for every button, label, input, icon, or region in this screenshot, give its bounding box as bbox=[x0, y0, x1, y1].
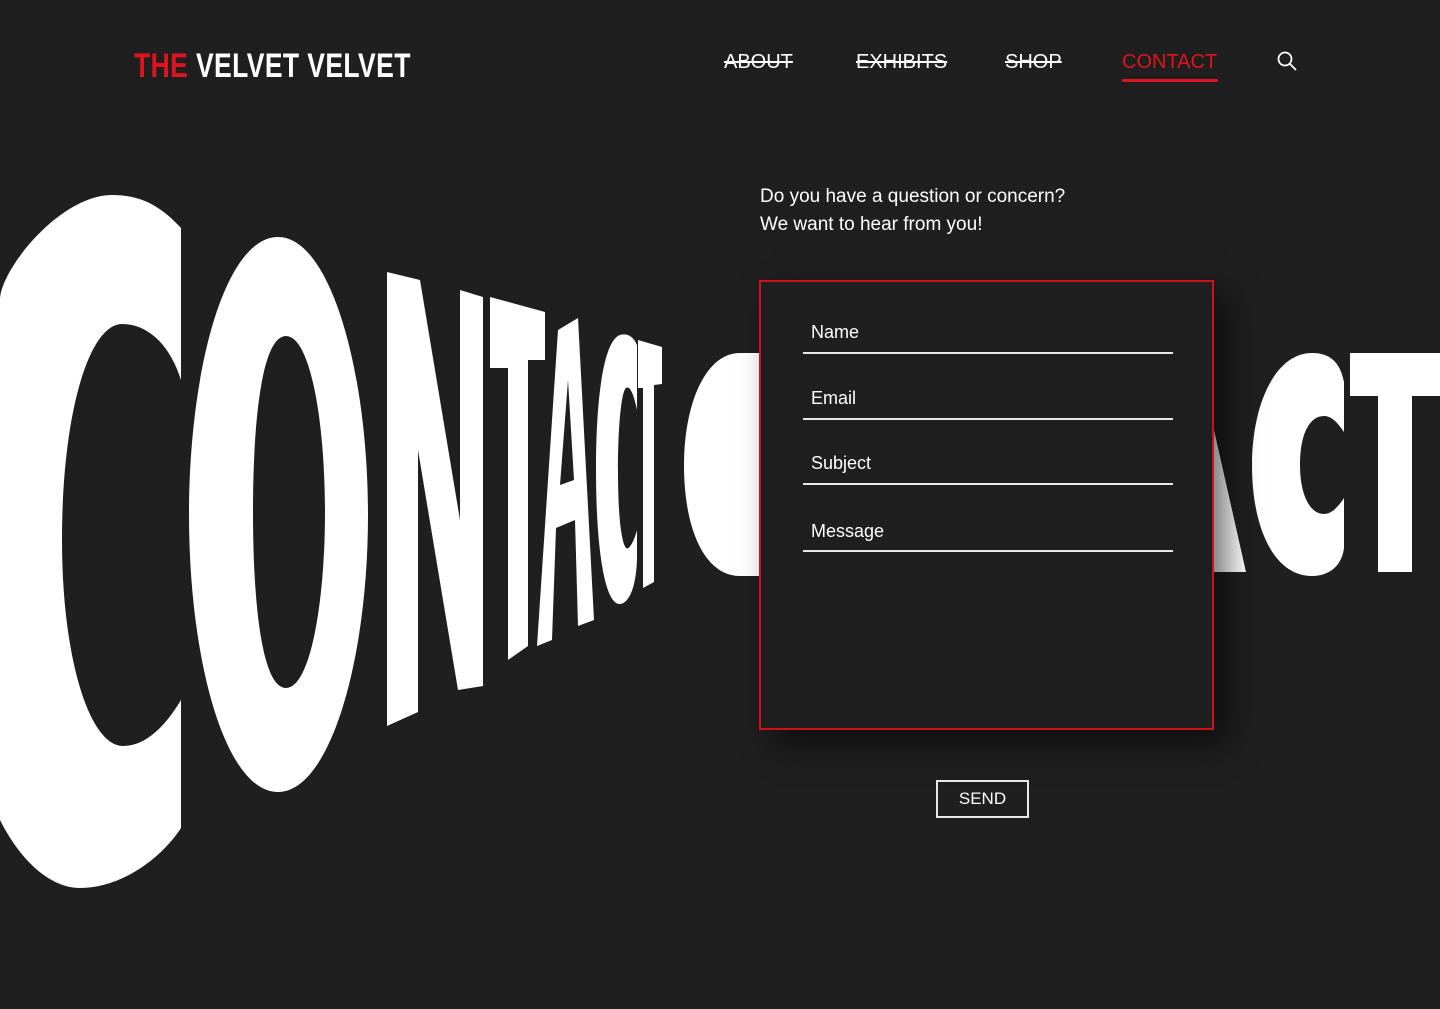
message-field[interactable] bbox=[803, 515, 1173, 552]
nav-exhibits[interactable]: EXHIBITS bbox=[856, 48, 947, 76]
word-art-right-t bbox=[1350, 353, 1440, 572]
site-logo[interactable]: THE VELVET VELVET bbox=[134, 46, 411, 86]
word-art-letter-t2 bbox=[638, 340, 662, 588]
name-field[interactable] bbox=[803, 318, 1173, 354]
nav-about[interactable]: ABOUT bbox=[724, 48, 793, 76]
word-art-letter-c bbox=[0, 195, 181, 888]
intro-line-2: We want to hear from you! bbox=[760, 214, 983, 235]
subject-field[interactable] bbox=[803, 449, 1173, 485]
intro-line-1: Do you have a question or concern? bbox=[760, 186, 1066, 207]
logo-prefix: THE bbox=[134, 47, 189, 85]
send-button[interactable]: SEND bbox=[936, 780, 1029, 818]
contact-word-art bbox=[0, 195, 1440, 888]
word-art-right-a bbox=[1214, 430, 1246, 572]
email-field[interactable] bbox=[803, 384, 1173, 420]
word-art-right-c2 bbox=[1252, 353, 1344, 576]
word-art-letter-c2 bbox=[596, 334, 637, 605]
nav-active-indicator bbox=[1122, 79, 1218, 82]
contact-page: THE VELVET VELVET ABOUT EXHIBITS SHOP CO… bbox=[0, 0, 1440, 1009]
word-art-letter-a bbox=[537, 318, 594, 646]
search-icon[interactable] bbox=[1276, 50, 1298, 72]
word-art-letter-t bbox=[490, 297, 545, 660]
contact-form bbox=[759, 280, 1214, 730]
word-art-letter-n bbox=[387, 272, 483, 726]
nav-contact[interactable]: CONTACT bbox=[1122, 48, 1217, 76]
word-art-right-c bbox=[684, 353, 760, 576]
word-art-letter-o bbox=[189, 237, 368, 792]
contact-intro: Do you have a question or concern? We wa… bbox=[760, 183, 1065, 239]
nav-shop[interactable]: SHOP bbox=[1005, 48, 1062, 76]
logo-name: VELVET VELVET bbox=[195, 47, 411, 85]
